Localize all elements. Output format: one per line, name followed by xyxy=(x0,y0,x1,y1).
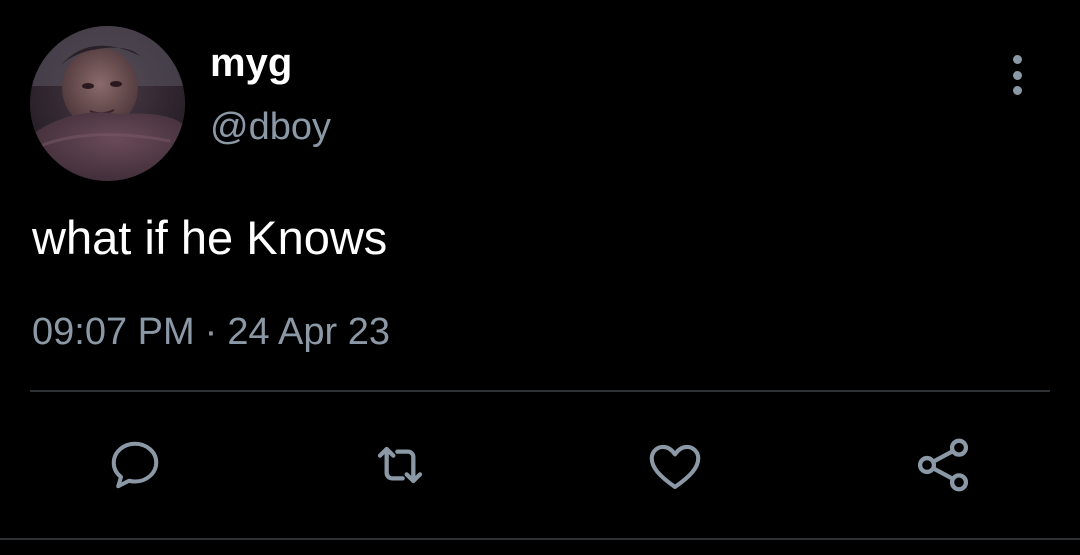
tweet-text: what if he Knows xyxy=(32,211,388,264)
user-handle[interactable]: @dboy xyxy=(210,105,331,149)
avatar-photo xyxy=(30,26,185,181)
avatar[interactable] xyxy=(30,26,185,181)
tweet-card: myg @dboy what if he Knows 09:07 PM · 24 A… xyxy=(0,0,1080,555)
display-name[interactable]: myg xyxy=(210,40,292,86)
divider xyxy=(30,390,1050,392)
share-button[interactable] xyxy=(908,425,978,505)
tweet-date[interactable]: 24 Apr 23 xyxy=(227,311,390,353)
tweet-time[interactable]: 09:07 PM xyxy=(32,311,195,353)
share-icon xyxy=(917,438,969,492)
action-bar xyxy=(0,425,1080,505)
heart-icon xyxy=(649,444,701,490)
like-button[interactable] xyxy=(640,425,710,505)
more-dot xyxy=(1012,70,1022,80)
tweet-timestamp: 09:07 PM · 24 Apr 23 xyxy=(32,310,390,354)
retweet-icon xyxy=(377,446,423,484)
more-dot xyxy=(1012,55,1022,64)
bottom-divider xyxy=(0,538,1080,540)
meta-separator: · xyxy=(204,311,218,353)
more-vertical-icon[interactable] xyxy=(1000,55,1034,95)
reply-icon xyxy=(111,441,159,489)
retweet-button[interactable] xyxy=(365,425,435,505)
reply-button[interactable] xyxy=(100,425,170,505)
more-dot xyxy=(1012,86,1022,95)
